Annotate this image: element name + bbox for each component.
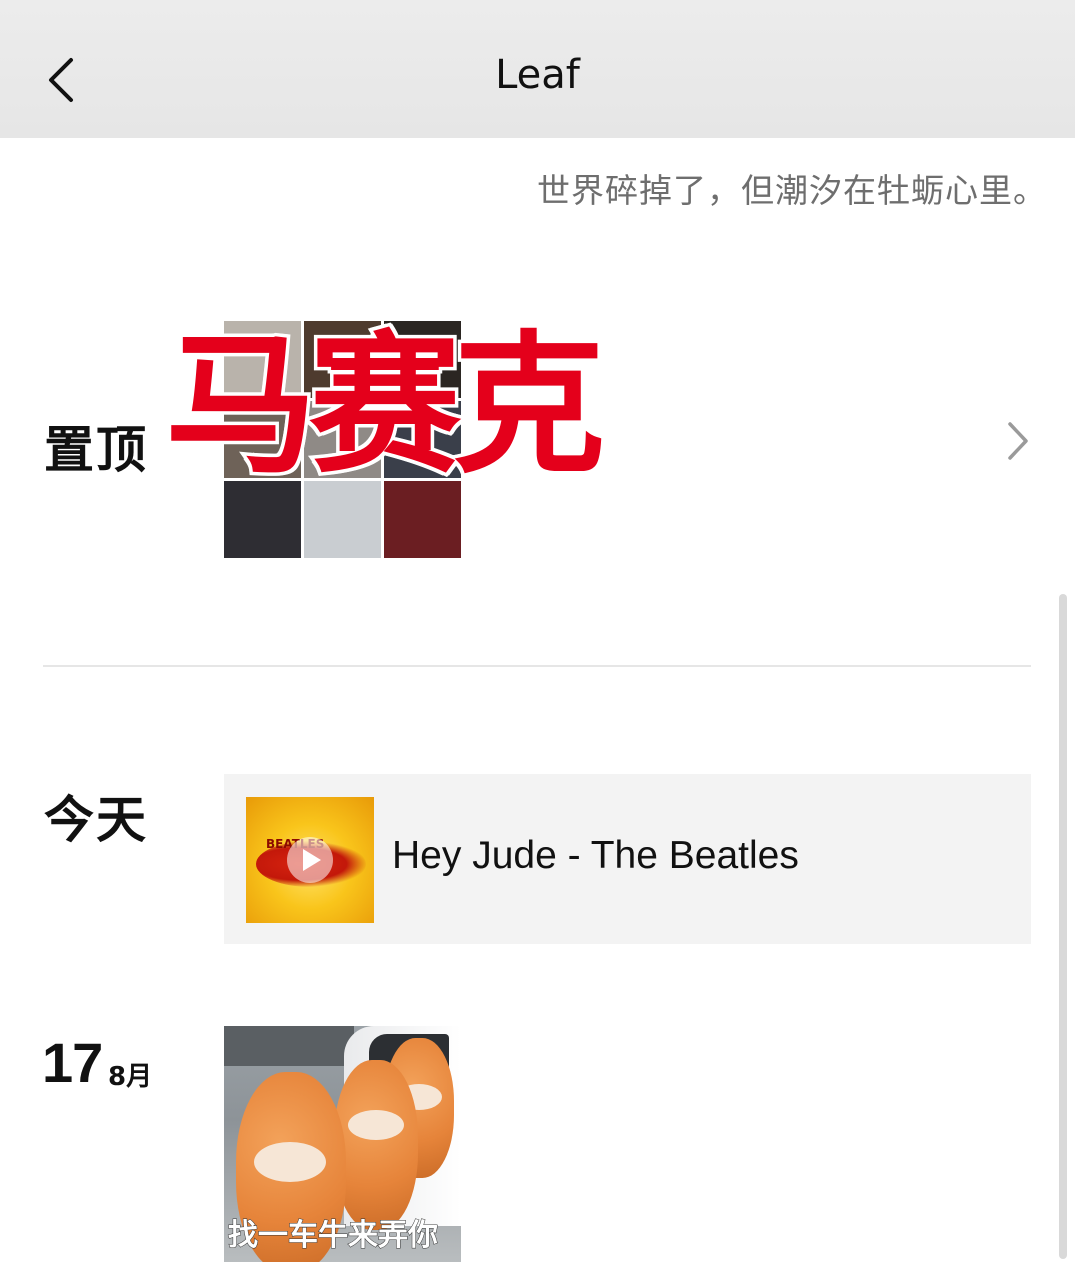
chevron-right-icon [1008, 422, 1028, 460]
album-cover: BEATLES [246, 797, 374, 923]
profile-signature: 世界碎掉了，但潮汐在牡蛎心里。 [537, 171, 1047, 210]
meme-caption: 找一车牛来弄你 [228, 1218, 439, 1254]
entry-date-month: 8月 [108, 1062, 153, 1092]
music-share-card[interactable]: BEATLES Hey Jude - The Beatles [224, 774, 1031, 944]
meme-cow-snout [348, 1110, 404, 1140]
play-icon[interactable] [287, 837, 333, 883]
meme-background-road [224, 1026, 354, 1066]
meme-cow [334, 1060, 418, 1230]
page-title: Leaf [495, 52, 580, 98]
today-label: 今天 [44, 791, 148, 849]
meme-image-post[interactable]: 找一车牛来弄你 [224, 1026, 461, 1262]
song-title: Hey Jude - The Beatles [392, 834, 799, 877]
top-bar: Leaf [0, 0, 1075, 138]
meme-cow-snout [254, 1142, 326, 1182]
pinned-row-arrow[interactable] [1000, 418, 1034, 464]
pinned-label: 置顶 [44, 421, 148, 479]
mosaic-sticker-overlay: 马赛克 [162, 317, 609, 494]
section-divider [43, 665, 1031, 667]
entry-date-day: 17 [42, 1031, 103, 1094]
scrollbar[interactable] [1059, 594, 1067, 1259]
